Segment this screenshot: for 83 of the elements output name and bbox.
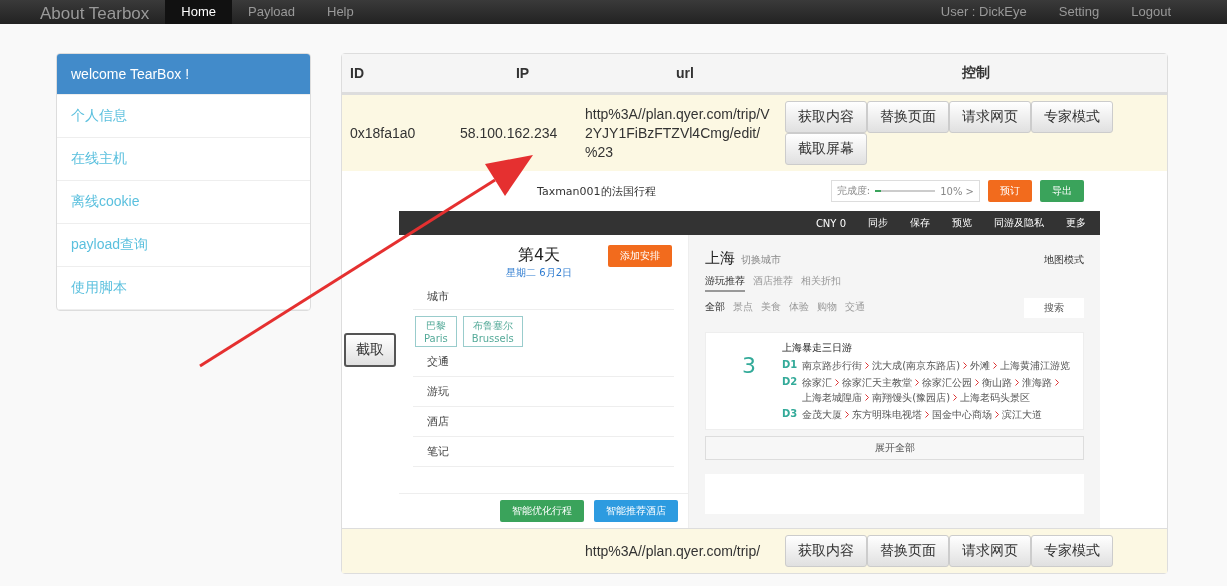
switch-city-link[interactable]: 切换城市 <box>741 253 781 267</box>
expand-button[interactable]: 展开全部 <box>705 436 1084 460</box>
action-button[interactable]: 请求网页 <box>949 535 1031 567</box>
tab[interactable]: 游玩推荐 <box>705 274 745 292</box>
section-label: 城市 <box>413 284 674 310</box>
progress-reading: 10% > <box>940 185 974 197</box>
nav-link[interactable]: Logout <box>1115 0 1187 24</box>
chevron-icon <box>865 362 870 369</box>
action-button[interactable]: 获取内容 <box>785 101 867 133</box>
sidebar-item[interactable]: welcome TearBox ! <box>57 54 310 95</box>
route-stop[interactable]: 国金中心商场 <box>932 408 993 421</box>
action-button[interactable]: 替换页面 <box>867 101 949 133</box>
chevron-icon <box>925 411 930 418</box>
route-stop[interactable]: 南翔馒头(豫园店) <box>872 391 951 404</box>
trip-title: Taxman001的法国行程 <box>537 183 657 199</box>
action-button[interactable]: 替换页面 <box>867 535 949 567</box>
search-field[interactable]: 搜索 <box>1024 298 1084 318</box>
menu-item[interactable]: 更多 <box>1066 216 1086 230</box>
chevron-icon <box>865 394 870 401</box>
day-title: 第4天 <box>517 245 561 266</box>
chevron-icon <box>995 411 1000 418</box>
column-header: url <box>676 65 694 81</box>
column-header: ID <box>350 65 364 81</box>
route-stop[interactable]: 上海老城隍庙 <box>802 391 863 404</box>
chevron-icon <box>1055 379 1060 386</box>
route-stop[interactable]: 东方明珠电视塔 <box>852 408 923 421</box>
filter-tab[interactable]: 全部 <box>705 300 725 316</box>
table-cell-text: 58.100.162.234 <box>460 123 559 143</box>
action-button[interactable]: 获取内容 <box>785 535 867 567</box>
nav-link[interactable]: Setting <box>1042 0 1116 24</box>
route-number: 3 <box>741 352 757 380</box>
action-button[interactable]: 专家模式 <box>1031 535 1113 567</box>
route-stop[interactable]: 沈大成(南京东路店) <box>872 359 961 372</box>
day-label: D2 <box>782 376 798 387</box>
url-cell: http%3A//plan.qyer.com/trip/V2YJY1FiBzFTZVl4Cmg/edit/%23 <box>585 104 770 162</box>
url-cell-text: http%3A//plan.qyer.com/trip/ <box>585 541 762 561</box>
table-cell-text: 0x18fa1a0 <box>350 123 417 143</box>
menu-item[interactable]: 预览 <box>952 216 972 230</box>
chevron-icon <box>963 362 968 369</box>
route-stop[interactable]: 上海老码头景区 <box>960 391 1031 404</box>
nav-link[interactable]: Home <box>165 0 232 24</box>
map-mode-link[interactable]: 地图模式 <box>1044 253 1084 267</box>
menu-item[interactable]: CNY 0 <box>815 217 846 229</box>
day-label: D1 <box>782 359 798 370</box>
chevron-icon <box>975 379 980 386</box>
nav-link[interactable]: Payload <box>232 0 311 24</box>
route-stop[interactable]: 淮海路 <box>1022 376 1053 389</box>
day-date: 星期二 6月2日 <box>506 266 572 280</box>
action-button[interactable]: 截取屏幕 <box>785 133 867 165</box>
route-stop[interactable]: 徐家汇公园 <box>922 376 973 389</box>
route-stop[interactable]: 上海黄浦江游览 <box>1000 359 1071 372</box>
chevron-icon <box>845 411 850 418</box>
progress-label: 完成度: <box>836 184 871 198</box>
column-header: 控制 <box>962 64 990 82</box>
chevron-icon <box>993 362 998 369</box>
route-title: 上海暴走三日游 <box>782 341 853 355</box>
action-button[interactable]: 请求网页 <box>949 101 1031 133</box>
section-label: 交通 <box>413 347 674 377</box>
brand[interactable]: About Tearbox <box>40 4 150 24</box>
section-label: 酒店 <box>413 407 674 437</box>
nav-link[interactable]: Help <box>311 0 370 24</box>
menu-item[interactable]: 保存 <box>910 216 930 230</box>
route-stop[interactable]: 金茂大厦 <box>802 408 843 421</box>
route-stop[interactable]: 南京路步行街 <box>802 359 863 372</box>
route-stop[interactable]: 徐家汇天主教堂 <box>842 376 913 389</box>
day-label: D3 <box>782 408 798 419</box>
route-stop[interactable]: 滨江大道 <box>1002 408 1043 421</box>
chevron-icon <box>1015 379 1020 386</box>
column-header: IP <box>515 65 530 81</box>
city-name: 上海 <box>705 249 735 268</box>
capture-button[interactable]: 截取 <box>344 332 396 367</box>
menu-item[interactable]: 同游及隐私 <box>994 216 1044 230</box>
route-stop[interactable]: 衡山路 <box>982 376 1013 389</box>
chevron-icon <box>915 379 920 386</box>
chevron-icon <box>835 379 840 386</box>
route-stop[interactable]: 徐家汇 <box>802 376 833 389</box>
section-label: 笔记 <box>413 437 674 467</box>
nav-link[interactable]: User : DickEye <box>924 0 1043 24</box>
chevron-icon <box>953 394 958 401</box>
section-label: 游玩 <box>413 377 674 407</box>
menu-item[interactable]: 同步 <box>868 216 888 230</box>
action-button[interactable]: 专家模式 <box>1031 101 1113 133</box>
route-stop[interactable]: 外滩 <box>970 359 991 372</box>
